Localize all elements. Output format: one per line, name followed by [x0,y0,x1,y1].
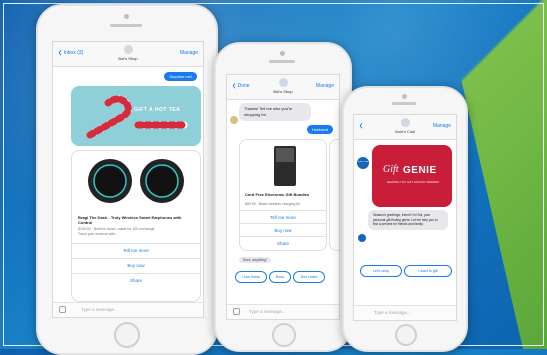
product-card: Bragi The Dash - Truly Wireless Smart Ea… [71,150,201,302]
product-card: Cord Free Electronic Gift Bundles $59.99… [239,139,327,251]
phone-camera [402,94,407,99]
bot-avatar-small [357,233,367,243]
manage-button[interactable]: Manage [433,123,451,129]
home-button[interactable] [395,324,417,346]
phone-left: ❮ Inbox (3) Bot's Shop Manage Surprise m… [36,4,218,355]
quick-reply-gift[interactable]: I want to gift [404,265,452,277]
phone-earpiece [269,60,295,63]
buy-now-button[interactable]: Buy now [72,258,200,273]
husband-bubble: Husband [306,125,333,134]
buy-now-button[interactable]: Buy now [240,223,326,237]
phone-earpiece [110,24,142,27]
bot-avatar [124,45,133,54]
gift-genie-card[interactable]: Gift GENIE HELPING YOU GIFT HOLIDAY FRIE… [372,145,452,207]
bot-greeting-message: Season's greetings, friend! I'm Gini, yo… [368,210,448,230]
gift-banner-text: GIFT A HOT TEA [134,107,181,113]
home-button[interactable] [272,323,296,347]
phone-camera [124,14,129,19]
tell-me-more-button[interactable]: Tell me more [72,243,200,258]
phone-earpiece [392,102,416,105]
phone-screen: ❮ Inbox (3) Bot's Shop Manage Surprise m… [52,41,204,318]
chat-title: Bot's Shop [273,89,293,94]
menu-icon[interactable] [59,306,66,313]
message-input[interactable]: Type a message... [374,310,411,315]
tell-me-more-button[interactable]: Tell me more [240,210,326,224]
manage-button[interactable]: Manage [180,50,198,56]
menu-icon[interactable] [233,308,240,315]
earbuds-image [88,159,184,203]
share-button[interactable]: Share [240,236,326,250]
product-subtitle: $59.99 · Black wireless charging kit [245,202,300,206]
bot-avatar-small [229,115,239,125]
phone-camera [280,51,285,56]
chat-title: Bot's Shop [118,56,138,61]
share-button[interactable]: Share [72,273,200,288]
quick-reply-book[interactable]: Book [269,271,291,283]
sams-club-logo: Sam's Club [357,157,369,169]
candy-cane-icon [86,95,188,139]
message-input[interactable]: Type a message... [249,309,286,314]
home-button[interactable] [114,322,140,348]
phone-middle: ❮ Done Bot's Shop Manage Thanks! Tell me… [214,42,352,352]
gift-genie-tagline: HELPING YOU GIFT HOLIDAY FRIENDS [386,180,439,184]
bot-avatar [279,78,288,87]
surprise-me-bubble: Surprise me! [164,72,197,81]
message-composer: Type a message... [53,302,203,317]
quick-reply-love[interactable]: I love these [235,271,267,283]
gift-banner-card[interactable]: GIFT A HOT TEA [71,86,201,146]
quick-reply-dont-want[interactable]: Don't want [293,271,325,283]
bot-message: Thanks! Tell me who you're shopping for [239,103,311,121]
message-input[interactable]: Type a message... [81,307,118,312]
phone-screen: ❮ Sam's Club Manage Sam's Club Gift GENI… [353,114,457,321]
gift-genie-title-a: Gift [383,164,399,175]
product-title: Cord Free Electronic Gift Bundles [245,192,310,197]
message-composer: Type a message... [227,304,339,319]
phone-right: ❮ Sam's Club Manage Sam's Club Gift GENI… [342,86,468,352]
phone-screen: ❮ Done Bot's Shop Manage Thanks! Tell me… [226,74,340,320]
next-product-card-peek [329,139,339,251]
chat-header: ❮ Done Bot's Shop Manage [227,75,339,100]
message-composer: Type a message... [354,305,456,320]
manage-button[interactable]: Manage [316,83,334,89]
product-subtitle: $199.00 · Built for music, made for 100 … [78,227,155,236]
charger-image [274,146,296,186]
chat-header: ❮ Sam's Club Manage [354,115,456,140]
sent-message: Sure, anything! [239,257,271,263]
chat-title: Sam's Club [394,129,416,134]
chat-header: ❮ Inbox (3) Bot's Shop Manage [53,42,203,67]
bot-avatar [401,118,410,127]
product-title: Bragi The Dash - Truly Wireless Smart Ea… [78,215,182,225]
quick-reply-lets-shop[interactable]: Let's shop [360,265,402,277]
gift-genie-title-b: GENIE [403,165,437,176]
sams-club-logo-text: Sam's Club [357,161,369,163]
scene: ❮ Inbox (3) Bot's Shop Manage Surprise m… [0,0,547,355]
